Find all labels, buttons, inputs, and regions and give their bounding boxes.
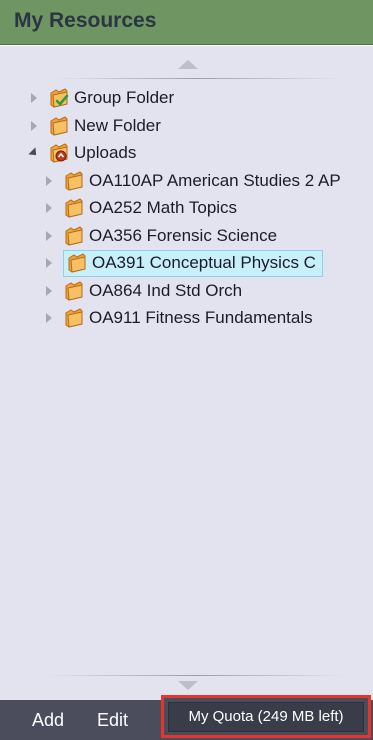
tree-item-oa252[interactable]: OA252 Math Topics [43,196,237,220]
folder-icon [65,308,83,328]
expand-icon[interactable] [43,285,55,297]
tree-item-new-folder[interactable]: New Folder [28,114,161,138]
folder-icon [65,226,83,246]
scroll-down-icon[interactable] [178,681,198,690]
quota-button[interactable]: My Quota (249 MB left) [168,701,364,732]
tree-item-label: New Folder [74,116,161,135]
tree-item-oa356[interactable]: OA356 Forensic Science [43,224,277,248]
tree-item-label: OA252 Math Topics [89,198,238,217]
tree-item-label: OA911 Fitness Fundamentals [89,308,313,327]
panel-header: My Resources [0,0,373,45]
uploads-folder-icon [50,143,68,163]
resource-tree[interactable]: Group Folder New Folder Uploads OA110AP … [0,46,373,700]
shared-folder-icon [50,88,69,108]
expand-icon[interactable] [43,230,55,242]
expand-icon[interactable] [28,120,40,132]
tree-item-oa864[interactable]: OA864 Ind Std Orch [43,279,242,303]
expand-icon[interactable] [43,257,55,269]
expand-icon[interactable] [28,92,40,104]
folder-icon [65,171,83,191]
expand-icon[interactable] [43,312,55,324]
expand-icon[interactable] [43,175,55,187]
edit-button[interactable]: Edit [97,700,128,740]
tree-item-label: Group Folder [74,88,175,107]
folder-icon [68,253,86,273]
scroll-up-icon[interactable] [178,60,198,69]
tree-item-uploads[interactable]: Uploads [28,141,136,165]
tree-item-oa911[interactable]: OA911 Fitness Fundamentals [43,306,313,330]
quota-highlight: My Quota (249 MB left) [161,695,371,738]
tree-item-oa391[interactable]: OA391 Conceptual Physics C [43,249,323,277]
tree-item-label: OA356 Forensic Science [89,226,278,245]
tree-item-label: OA391 Conceptual Physics C [92,253,316,272]
folder-icon [65,198,83,218]
folder-icon [50,116,68,136]
expand-icon[interactable] [43,202,55,214]
selected-node-highlight[interactable]: OA391 Conceptual Physics C [63,249,323,277]
folder-icon [65,281,83,301]
add-button[interactable]: Add [32,700,64,740]
divider [45,675,345,676]
collapse-icon[interactable] [28,147,40,159]
tree-item-label: OA110AP American Studies 2 AP [89,171,341,190]
tree-item-label: Uploads [74,143,137,162]
tree-item-label: OA864 Ind Std Orch [89,281,243,300]
divider [55,78,340,79]
panel-title: My Resources [14,9,157,32]
tree-item-group-folder[interactable]: Group Folder [28,86,174,110]
tree-item-oa110ap[interactable]: OA110AP American Studies 2 AP [43,169,341,193]
